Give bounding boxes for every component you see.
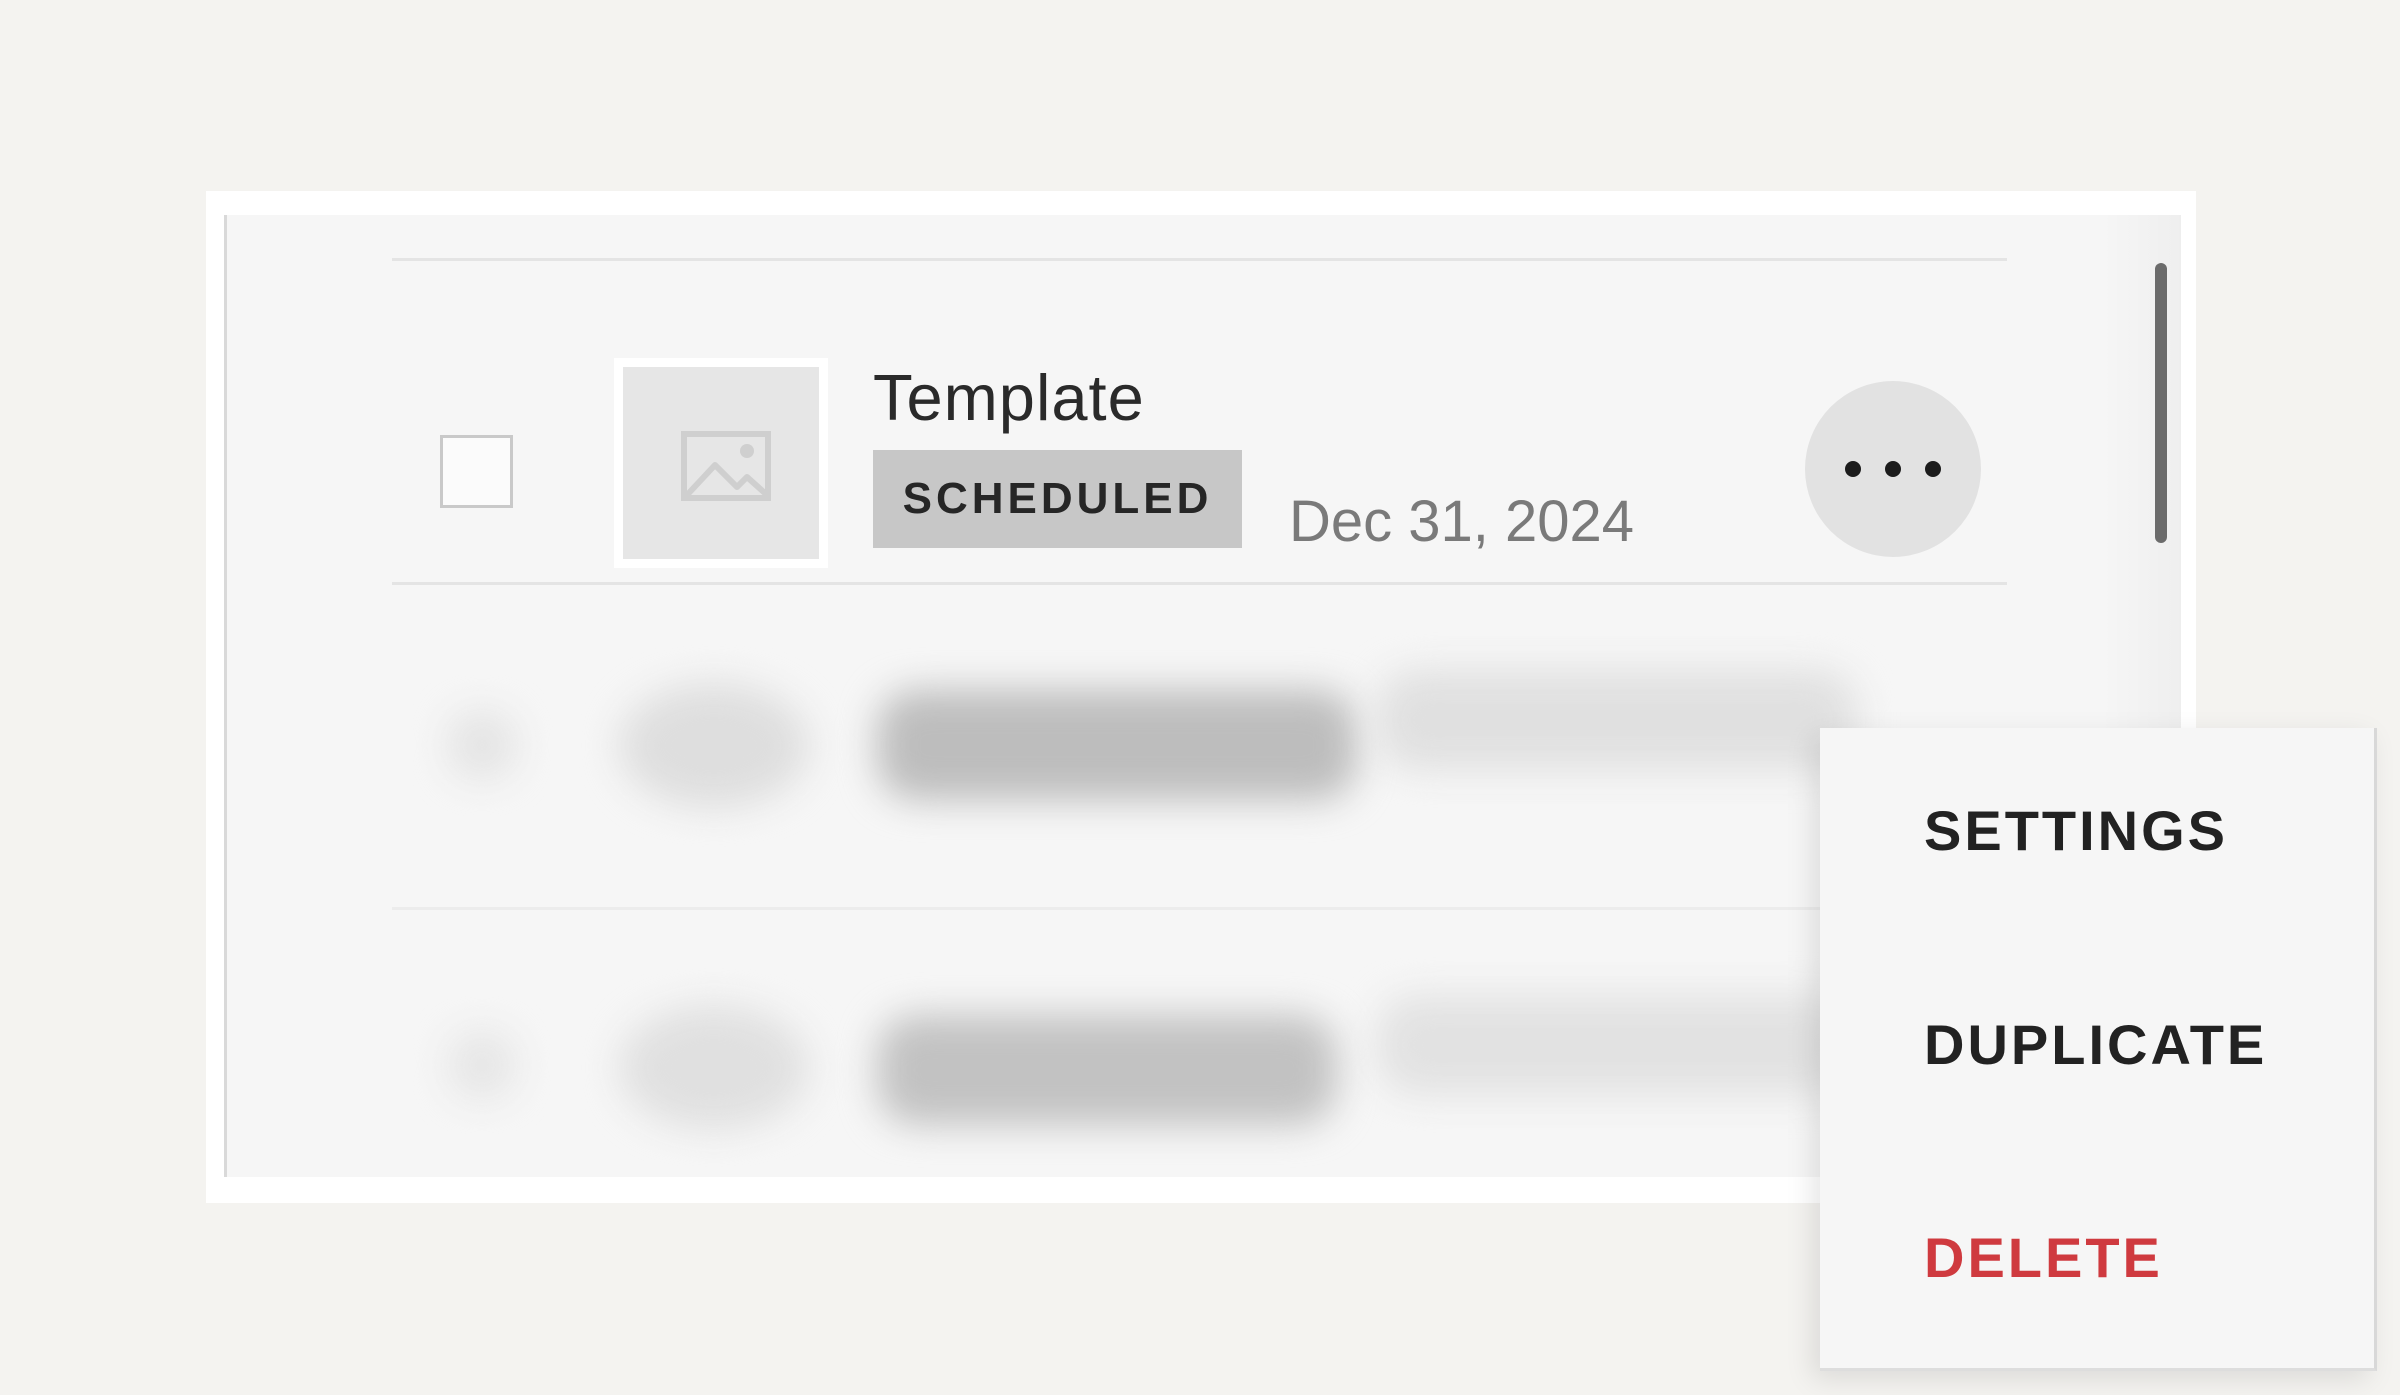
screenshot-frame: Template SCHEDULED Dec 31, 2024 SETTINGS… [206, 191, 2377, 1371]
blurred-row-checkbox [447, 1030, 517, 1100]
blurred-row-checkbox [447, 710, 517, 780]
blurred-row-meta [1377, 670, 1857, 770]
more-horizontal-icon [1845, 461, 1941, 477]
blurred-row-thumbnail [619, 683, 809, 808]
row-divider-middle [392, 582, 2007, 585]
item-date: Dec 31, 2024 [1289, 489, 1635, 554]
blurred-row-title [877, 1015, 1337, 1125]
menu-item-duplicate[interactable]: DUPLICATE [1924, 1012, 2267, 1077]
row-checkbox[interactable] [440, 435, 513, 508]
scrollbar[interactable] [2155, 263, 2167, 543]
item-thumbnail[interactable] [614, 358, 828, 568]
row-divider-bottom [392, 907, 1822, 910]
status-badge: SCHEDULED [873, 450, 1242, 548]
blurred-row-meta [1377, 995, 1857, 1095]
more-actions-button[interactable] [1805, 381, 1981, 557]
actions-dropdown-menu: SETTINGS DUPLICATE DELETE [1820, 728, 2377, 1371]
item-title[interactable]: Template [873, 360, 1145, 435]
menu-item-settings[interactable]: SETTINGS [1924, 798, 2228, 863]
menu-item-delete[interactable]: DELETE [1924, 1225, 2163, 1290]
blurred-row-thumbnail [619, 1005, 809, 1130]
image-placeholder-icon [681, 431, 771, 501]
blurred-row-title [877, 690, 1357, 800]
list-item[interactable]: Template SCHEDULED Dec 31, 2024 [227, 260, 2181, 585]
